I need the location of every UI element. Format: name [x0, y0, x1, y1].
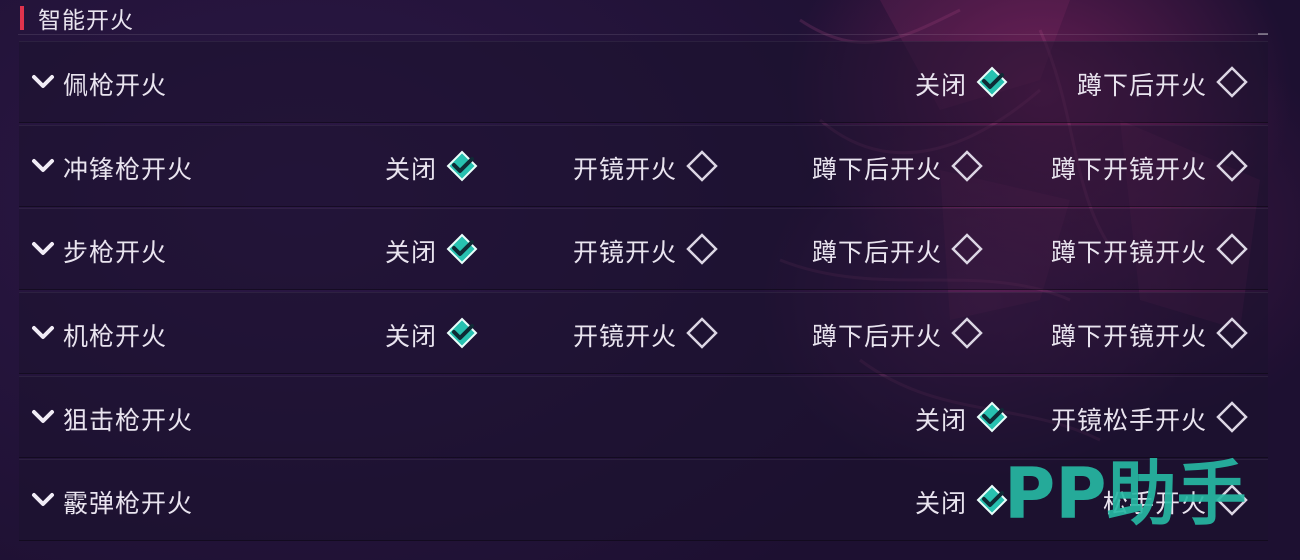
option-off[interactable]: 关闭	[229, 231, 479, 269]
option-label: 蹲下后开火	[811, 238, 942, 267]
watermark-text: PP助手	[1004, 453, 1247, 532]
diamond-icon	[1216, 66, 1248, 98]
chevron-down-icon[interactable]	[31, 409, 55, 425]
row-label: 机枪开火	[63, 322, 168, 351]
option-crouch-fire[interactable]: 蹲下后开火	[734, 148, 984, 186]
option-scope-release-fire[interactable]: 开镜松手开火	[999, 399, 1249, 437]
option-off[interactable]: 关闭	[759, 482, 1009, 520]
option-crouch-fire[interactable]: 蹲下后开火	[734, 315, 984, 353]
chevron-down-icon[interactable]	[31, 325, 55, 341]
setting-row-rifle: 步枪开火 关闭 开镜开火 蹲下后开火 蹲下开镜开火	[19, 208, 1268, 290]
diamond-icon	[951, 317, 983, 349]
option-scope-fire[interactable]: 开镜开火	[469, 148, 719, 186]
option-label: 蹲下开镜开火	[1050, 155, 1207, 184]
option-label: 关闭	[384, 155, 437, 184]
section-header: 智能开火	[18, 0, 1268, 35]
chevron-down-icon[interactable]	[31, 158, 55, 174]
option-label: 蹲下后开火	[811, 155, 942, 184]
section-accent-bar	[20, 6, 24, 30]
option-crouch-fire[interactable]: 蹲下后开火	[999, 64, 1249, 102]
option-label: 开镜开火	[572, 238, 677, 267]
diamond-icon	[1216, 150, 1248, 182]
option-label: 关闭	[384, 322, 437, 351]
row-label: 冲锋枪开火	[63, 155, 194, 184]
option-crouch-scope-fire[interactable]: 蹲下开镜开火	[999, 148, 1249, 186]
option-label: 蹲下开镜开火	[1050, 322, 1207, 351]
option-label: 关闭	[914, 71, 967, 100]
chevron-down-icon[interactable]	[31, 74, 55, 90]
option-crouch-scope-fire[interactable]: 蹲下开镜开火	[999, 231, 1249, 269]
diamond-icon	[686, 317, 718, 349]
diamond-icon	[1216, 233, 1248, 265]
option-label: 蹲下后开火	[1076, 71, 1207, 100]
setting-row-machine-gun: 机枪开火 关闭 开镜开火 蹲下后开火 蹲下开镜开火	[19, 292, 1268, 374]
option-label: 关闭	[384, 238, 437, 267]
option-scope-fire[interactable]: 开镜开火	[469, 315, 719, 353]
setting-row-smg: 冲锋枪开火 关闭 开镜开火 蹲下后开火 蹲下开镜开火	[19, 125, 1268, 207]
chevron-down-icon[interactable]	[31, 492, 55, 508]
row-label: 佩枪开火	[63, 71, 168, 100]
diamond-icon	[686, 233, 718, 265]
setting-row-pistol: 佩枪开火 关闭 蹲下后开火	[19, 41, 1268, 123]
watermark-logo: PP助手	[1004, 453, 1247, 532]
option-label: 开镜开火	[572, 155, 677, 184]
option-label: 关闭	[914, 406, 967, 435]
option-off[interactable]: 关闭	[229, 315, 479, 353]
option-label: 蹲下开镜开火	[1050, 238, 1207, 267]
option-off[interactable]: 关闭	[759, 399, 1009, 437]
option-label: 关闭	[914, 489, 967, 518]
section-title: 智能开火	[38, 8, 134, 34]
chevron-down-icon[interactable]	[31, 241, 55, 257]
option-crouch-scope-fire[interactable]: 蹲下开镜开火	[999, 315, 1249, 353]
option-off[interactable]: 关闭	[229, 148, 479, 186]
diamond-icon	[1216, 317, 1248, 349]
option-crouch-fire[interactable]: 蹲下后开火	[734, 231, 984, 269]
option-label: 蹲下后开火	[811, 322, 942, 351]
diamond-icon	[951, 233, 983, 265]
setting-row-sniper: 狙击枪开火 关闭 开镜松手开火	[19, 376, 1268, 458]
option-off[interactable]: 关闭	[759, 64, 1009, 102]
option-scope-fire[interactable]: 开镜开火	[469, 231, 719, 269]
option-label: 开镜开火	[572, 322, 677, 351]
row-label: 霰弹枪开火	[63, 489, 194, 518]
header-divider-tick	[1258, 33, 1268, 35]
row-label: 狙击枪开火	[63, 406, 194, 435]
diamond-icon	[951, 150, 983, 182]
diamond-icon	[686, 150, 718, 182]
diamond-icon	[1216, 401, 1248, 433]
option-label: 开镜松手开火	[1050, 406, 1207, 435]
row-label: 步枪开火	[63, 238, 168, 267]
